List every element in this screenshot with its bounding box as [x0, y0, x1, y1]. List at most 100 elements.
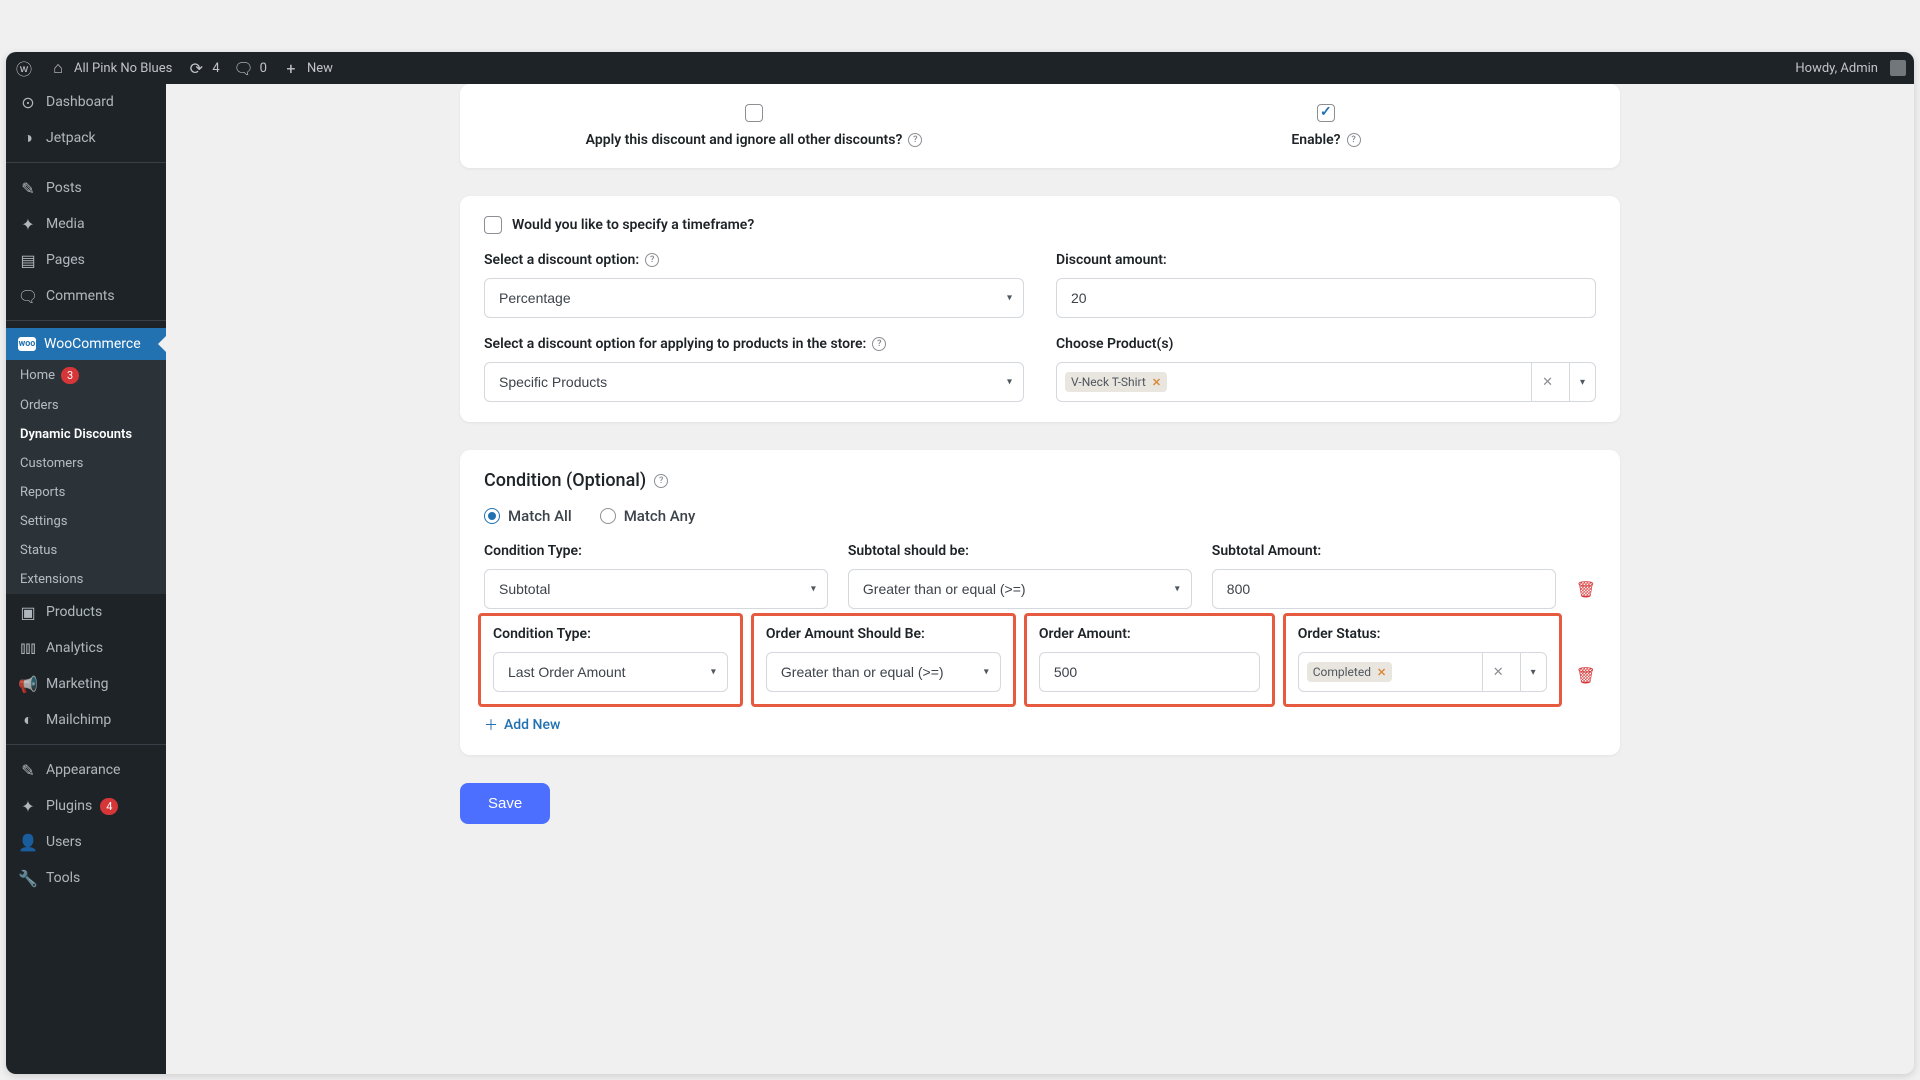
sub-item-home[interactable]: Home3 — [6, 360, 166, 391]
panel-discount-config: Would you like to specify a timeframe? S… — [460, 196, 1620, 422]
updates-link[interactable]: ⟳4 — [186, 58, 219, 78]
r2-type-select[interactable]: Last Order Amount — [493, 652, 728, 692]
sub-item-label: Dynamic Discounts — [20, 427, 132, 442]
clear-status-icon[interactable]: ✕ — [1482, 653, 1514, 691]
apply-products-select[interactable]: Specific Products — [484, 362, 1024, 402]
condition-row-2: Condition Type: Last Order Amount ▾ Order… — [484, 623, 1596, 695]
match-any-label: Match Any — [624, 507, 696, 525]
sub-item-dynamic-discounts[interactable]: Dynamic Discounts — [6, 420, 166, 449]
help-icon[interactable]: ? — [1347, 133, 1361, 147]
chevron-down-icon[interactable]: ▾ — [1520, 653, 1546, 691]
site-link[interactable]: ⌂All Pink No Blues — [48, 58, 172, 78]
sidebar-item-label: Posts — [46, 180, 82, 196]
new-link[interactable]: +New — [281, 58, 333, 78]
enable-checkbox[interactable] — [1317, 104, 1335, 122]
r2-type-label: Condition Type: — [493, 626, 728, 642]
sidebar-item-dashboard[interactable]: ⊙Dashboard — [6, 84, 166, 120]
sidebar-item-tools[interactable]: 🔧Tools — [6, 860, 166, 896]
delete-row-2[interactable]: 🗑 — [1576, 666, 1596, 695]
admin-bar: ⓦ ⌂All Pink No Blues ⟳4 🗨0 +New Howdy, A… — [6, 52, 1914, 84]
r2-status-select[interactable]: Completed✕ ✕ ▾ — [1298, 652, 1547, 692]
choose-products-select[interactable]: V-Neck T-Shirt ✕ ✕ ▾ — [1056, 362, 1596, 402]
wordpress-icon[interactable]: ⓦ — [14, 58, 34, 78]
help-icon[interactable]: ? — [654, 474, 668, 488]
sub-item-label: Customers — [20, 456, 83, 471]
discount-option-select[interactable]: Percentage — [484, 278, 1024, 318]
sidebar-item-comments[interactable]: 🗨Comments — [6, 278, 166, 314]
sidebar-item-label: Plugins — [46, 798, 92, 814]
comments-link[interactable]: 🗨0 — [234, 58, 267, 78]
remove-tag-icon[interactable]: ✕ — [1377, 666, 1386, 679]
sidebar-item-mailchimp[interactable]: ◐Mailchimp — [6, 702, 166, 738]
r1-amount-label: Subtotal Amount: — [1212, 543, 1556, 559]
r2-amount-input[interactable] — [1039, 652, 1260, 692]
help-icon[interactable]: ? — [872, 337, 886, 351]
r2-should-select[interactable]: Greater than or equal (>=) — [766, 652, 1001, 692]
admin-sidebar: ⊙Dashboard ◑Jetpack ✎ Posts ✦ Media ▤Pages… — [6, 84, 166, 1074]
sidebar-item-users[interactable]: 👤 Users — [6, 824, 166, 860]
match-all-radio[interactable] — [484, 508, 500, 524]
sidebar-item-media[interactable]: ✦ Media — [6, 206, 166, 242]
discount-amount-input[interactable] — [1056, 278, 1596, 318]
sub-item-customers[interactable]: Customers — [6, 449, 166, 478]
save-button[interactable]: Save — [460, 783, 550, 824]
delete-row-1[interactable]: 🗑 — [1576, 580, 1596, 609]
chevron-down-icon[interactable]: ▾ — [1569, 363, 1595, 401]
apply-ignore-checkbox[interactable] — [745, 104, 763, 122]
jetpack-icon: ◑ — [18, 128, 38, 148]
menu-separator — [6, 320, 166, 328]
sub-item-reports[interactable]: Reports — [6, 478, 166, 507]
sidebar-item-woocommerce[interactable]: wooWooCommerce — [6, 328, 166, 360]
timeframe-label: Would you like to specify a timeframe? — [512, 217, 754, 233]
trash-icon: 🗑 — [1576, 666, 1596, 685]
r1-type-label: Condition Type: — [484, 543, 828, 559]
users-icon: 👤 — [18, 832, 38, 852]
sidebar-item-label: Media — [46, 216, 85, 232]
sidebar-item-pages[interactable]: ▤Pages — [6, 242, 166, 278]
r1-type-select[interactable]: Subtotal — [484, 569, 828, 609]
media-icon: ✦ — [18, 214, 38, 234]
enable-label: Enable? — [1291, 132, 1340, 148]
analytics-icon: ⫾⫾⫾ — [18, 638, 38, 658]
product-tag-label: V-Neck T-Shirt — [1071, 375, 1146, 389]
match-any-option[interactable]: Match Any — [600, 507, 696, 525]
sidebar-item-analytics[interactable]: ⫾⫾⫾Analytics — [6, 630, 166, 666]
mailchimp-icon: ◐ — [18, 710, 38, 730]
sidebar-item-appearance[interactable]: ✎Appearance — [6, 752, 166, 788]
sub-item-extensions[interactable]: Extensions — [6, 565, 166, 594]
megaphone-icon: 📢 — [18, 674, 38, 694]
match-any-radio[interactable] — [600, 508, 616, 524]
sub-item-status[interactable]: Status — [6, 536, 166, 565]
sidebar-item-label: Marketing — [46, 676, 109, 692]
help-icon[interactable]: ? — [645, 253, 659, 267]
r1-amount-input[interactable] — [1212, 569, 1556, 609]
choose-products-label: Choose Product(s) — [1056, 336, 1596, 352]
r1-should-select[interactable]: Greater than or equal (>=) — [848, 569, 1192, 609]
comments-count: 0 — [260, 61, 267, 76]
add-condition-button[interactable]: ＋Add New — [484, 715, 560, 735]
r2-amount-label: Order Amount: — [1039, 626, 1260, 642]
help-icon[interactable]: ? — [908, 133, 922, 147]
sidebar-item-jetpack[interactable]: ◑Jetpack — [6, 120, 166, 156]
sidebar-item-label: Users — [46, 834, 82, 850]
pin-icon: ✎ — [18, 178, 38, 198]
brush-icon: ✎ — [18, 760, 38, 780]
sidebar-item-label: Comments — [46, 288, 115, 304]
sidebar-item-label: Dashboard — [46, 94, 114, 110]
menu-separator — [6, 162, 166, 170]
sidebar-item-plugins[interactable]: ✦Plugins4 — [6, 788, 166, 824]
plus-icon: ＋ — [484, 715, 498, 735]
sidebar-item-posts[interactable]: ✎ Posts — [6, 170, 166, 206]
sub-item-orders[interactable]: Orders — [6, 391, 166, 420]
howdy-link[interactable]: Howdy, Admin — [1795, 60, 1906, 76]
sidebar-item-marketing[interactable]: 📢 Marketing — [6, 666, 166, 702]
sidebar-item-products[interactable]: ▣Products — [6, 594, 166, 630]
clear-products-icon[interactable]: ✕ — [1531, 363, 1563, 401]
r2-should-label: Order Amount Should Be: — [766, 626, 1001, 642]
timeframe-checkbox[interactable] — [484, 216, 502, 234]
remove-tag-icon[interactable]: ✕ — [1152, 376, 1161, 389]
avatar — [1890, 60, 1906, 76]
sub-item-settings[interactable]: Settings — [6, 507, 166, 536]
refresh-icon: ⟳ — [186, 58, 206, 78]
match-all-option[interactable]: Match All — [484, 507, 572, 525]
